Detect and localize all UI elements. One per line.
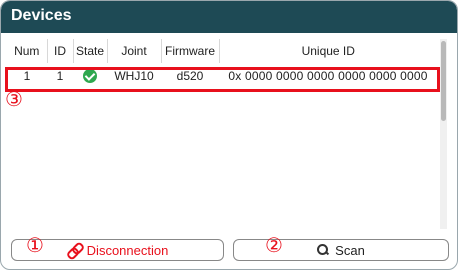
panel-title: Devices — [11, 7, 72, 24]
table-row[interactable]: 1 1 WHJ10 d520 0x 0000 0000 0000 0000 00… — [7, 63, 437, 89]
cell-unique-id: 0x 0000 0000 0000 0000 0000 0000 — [228, 69, 428, 83]
annotation-marker-2: ② — [265, 235, 283, 257]
column-header-state[interactable]: State — [73, 39, 108, 63]
table-header-row: Num ID State Joint Firmware Unique ID — [7, 39, 437, 63]
column-header-joint[interactable]: Joint — [107, 39, 162, 63]
annotation-marker-1: ① — [26, 235, 44, 257]
cell-state — [73, 63, 107, 89]
column-header-id[interactable]: ID — [47, 39, 74, 63]
check-circle-icon — [83, 69, 97, 84]
devices-table: Num ID State Joint Firmware Unique ID 1 … — [7, 39, 437, 89]
cell-id: 1 — [56, 69, 64, 83]
scan-label: Scan — [335, 242, 365, 258]
cell-firmware: d520 — [176, 69, 204, 83]
search-icon — [317, 244, 329, 256]
cell-num: 1 — [23, 69, 31, 83]
panel-titlebar: Devices — [1, 1, 457, 33]
cell-joint: WHJ10 — [114, 69, 154, 83]
unlink-icon — [67, 243, 81, 257]
column-header-num[interactable]: Num — [7, 39, 48, 63]
column-header-firmware[interactable]: Firmware — [161, 39, 220, 63]
column-header-unique-id[interactable]: Unique ID — [219, 39, 437, 63]
devices-panel: Devices Num ID State Joint Firmware Uniq… — [0, 0, 458, 270]
annotation-marker-3: ③ — [5, 89, 23, 111]
scrollbar-thumb[interactable] — [441, 41, 446, 121]
disconnection-label: Disconnection — [86, 242, 169, 258]
